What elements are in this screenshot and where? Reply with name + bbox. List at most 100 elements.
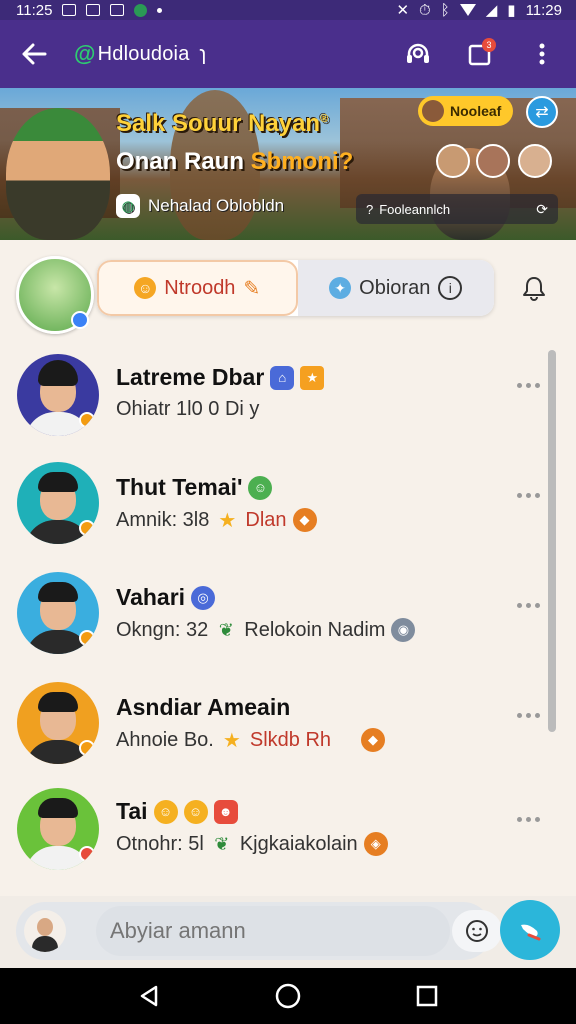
participant-avatar-3[interactable] <box>518 144 552 178</box>
more-dot <box>516 816 522 822</box>
list-item[interactable]: Latreme Dbar ⌂ ★ Ohiatr 1l0 0 Di y <box>0 340 545 450</box>
system-nav-bar <box>0 968 576 1024</box>
avatar[interactable] <box>17 572 99 654</box>
send-button[interactable] <box>500 900 560 960</box>
wand-icon: ✎ <box>243 277 261 300</box>
list-item[interactable]: Thut Temai' ☺ Amnik: 3l8 ★ Dlan ◆ <box>0 450 545 560</box>
message-icon <box>110 4 125 16</box>
banner-chip[interactable]: ? Fooleannlch ⟳ <box>356 194 558 224</box>
more-dot <box>525 382 531 388</box>
tab-ntroodh[interactable]: ☺ Ntroodh ✎ <box>97 260 298 316</box>
avatar[interactable] <box>17 462 99 544</box>
notifications-button[interactable]: 3 <box>460 34 500 74</box>
app-actions: 3 <box>398 34 562 74</box>
composer-field <box>16 902 502 960</box>
status-bar: 11:25 ✕ ⏱ ᛒ ◢ ▮ 11:29 <box>0 0 576 20</box>
notification-bell-button[interactable] <box>514 268 554 308</box>
more-dot <box>525 712 531 718</box>
avatar-hair <box>38 692 78 712</box>
more-dot <box>534 382 540 388</box>
avatar[interactable] <box>17 788 99 870</box>
app-icon <box>134 3 148 17</box>
overflow-menu-button[interactable] <box>522 34 562 74</box>
globe-emoji-icon: ◉ <box>391 618 416 642</box>
more-options-button[interactable] <box>510 480 546 510</box>
list-item[interactable]: Vahari ◎ Okngn: 32 ❦ Relokoin Nadim ◉ <box>0 560 545 670</box>
banner-meta: ◍ Nehalad Oblobldn <box>116 194 284 218</box>
status-time-left: 11:25 <box>16 1 53 19</box>
more-vert-icon <box>539 43 545 65</box>
tab-obioran[interactable]: ✦ Obioran i <box>297 260 494 316</box>
app-title-suffix: ɿ <box>199 42 207 65</box>
list-item[interactable]: Tai ☺ ☺ ☻ Otnohr: 5l ❦ Kjgkaiakolain ◈ <box>0 780 545 890</box>
more-options-button[interactable] <box>510 370 546 400</box>
more-dot <box>534 712 540 718</box>
info-icon: i <box>438 276 463 300</box>
banner-character-main <box>6 108 110 240</box>
filter-row: ☺ Ntroodh ✎ ✦ Obioran i <box>0 240 576 340</box>
more-dot <box>534 492 540 498</box>
more-dot <box>525 492 531 498</box>
my-avatar[interactable] <box>24 910 66 952</box>
mute-icon: ✕ <box>396 2 410 19</box>
banner-subtitle: Onan Raun Sbmoni? <box>116 148 354 175</box>
smile-emoji-icon: ☺ <box>153 799 178 824</box>
smile-icon: ☺ <box>134 277 157 299</box>
bluetooth-icon: ᛒ <box>440 1 450 19</box>
nav-recents-button[interactable] <box>407 976 447 1016</box>
more-options-button[interactable] <box>510 700 546 730</box>
tab-ntroodh-label: Ntroodh <box>164 276 236 299</box>
item-subtitle: Otnohr: 5l ❦ Kjgkaiakolain ◈ <box>116 832 388 856</box>
smile-emoji-icon: ☺ <box>183 799 208 824</box>
avatar[interactable] <box>17 354 99 436</box>
swirl-emoji-icon: ◎ <box>191 585 216 610</box>
star-emoji-icon: ★ <box>300 365 325 390</box>
avatar[interactable] <box>17 682 99 764</box>
avatar-hair <box>38 360 78 386</box>
my-avatar-body <box>32 936 58 952</box>
bell-icon <box>523 277 545 301</box>
list-scrollbar[interactable] <box>548 350 556 732</box>
member-list: Latreme Dbar ⌂ ★ Ohiatr 1l0 0 Di y Thut … <box>0 340 576 896</box>
segmented-control: ☺ Ntroodh ✎ ✦ Obioran i <box>97 260 494 316</box>
community-avatar[interactable] <box>16 256 94 334</box>
status-left: 11:25 <box>16 1 163 19</box>
avatar-hair <box>38 798 78 818</box>
more-dot <box>516 712 522 718</box>
question-icon: ? <box>366 201 374 217</box>
leaf-emoji-icon: ❦ <box>214 833 230 854</box>
avatar-hair <box>38 472 78 492</box>
alarm-icon: ⏱ <box>419 1 431 19</box>
hero-banner[interactable]: Salk Souur Nayan® Onan Raun Sbmoni? ◍ Ne… <box>0 88 576 240</box>
support-button[interactable] <box>398 34 438 74</box>
back-button[interactable] <box>14 34 54 74</box>
nav-home-button[interactable] <box>268 976 308 1016</box>
status-badge <box>79 630 95 646</box>
status-badge <box>79 846 95 862</box>
more-options-button[interactable] <box>510 804 546 834</box>
back-arrow-icon <box>22 43 47 65</box>
participant-avatar-2[interactable] <box>476 144 510 178</box>
list-item[interactable]: Asndiar Ameain Ahnoie Bo. ★ Slkdb Rh ◆ <box>0 670 545 780</box>
status-right: ✕ ⏱ ᛒ ◢ ▮ 11:29 <box>396 1 562 20</box>
status-time-right: 11:29 <box>525 1 562 19</box>
back-triangle-icon <box>141 985 158 1007</box>
item-subtitle: Ahnoie Bo. ★ Slkdb Rh ◆ <box>116 728 386 752</box>
emoji-button[interactable] <box>452 910 502 952</box>
banner-pill-label: Nooleaf <box>450 103 502 119</box>
house-emoji-icon: ⌂ <box>270 365 295 390</box>
status-badge <box>79 412 95 428</box>
more-dot <box>516 602 522 608</box>
participant-avatar-1[interactable] <box>436 144 470 178</box>
notification-count-badge: 3 <box>482 38 496 52</box>
nav-back-button[interactable] <box>129 976 169 1016</box>
item-name: Vahari ◎ <box>116 584 216 611</box>
app-title: @ Hdloudoia ɿ <box>74 41 206 67</box>
more-dot <box>516 492 522 498</box>
message-input[interactable] <box>96 906 450 956</box>
status-badge <box>79 740 95 756</box>
more-options-button[interactable] <box>510 590 546 620</box>
banner-pill-button[interactable]: Nooleaf <box>418 96 514 126</box>
share-button[interactable]: ⇄ <box>526 96 558 128</box>
media-icon <box>86 4 101 16</box>
